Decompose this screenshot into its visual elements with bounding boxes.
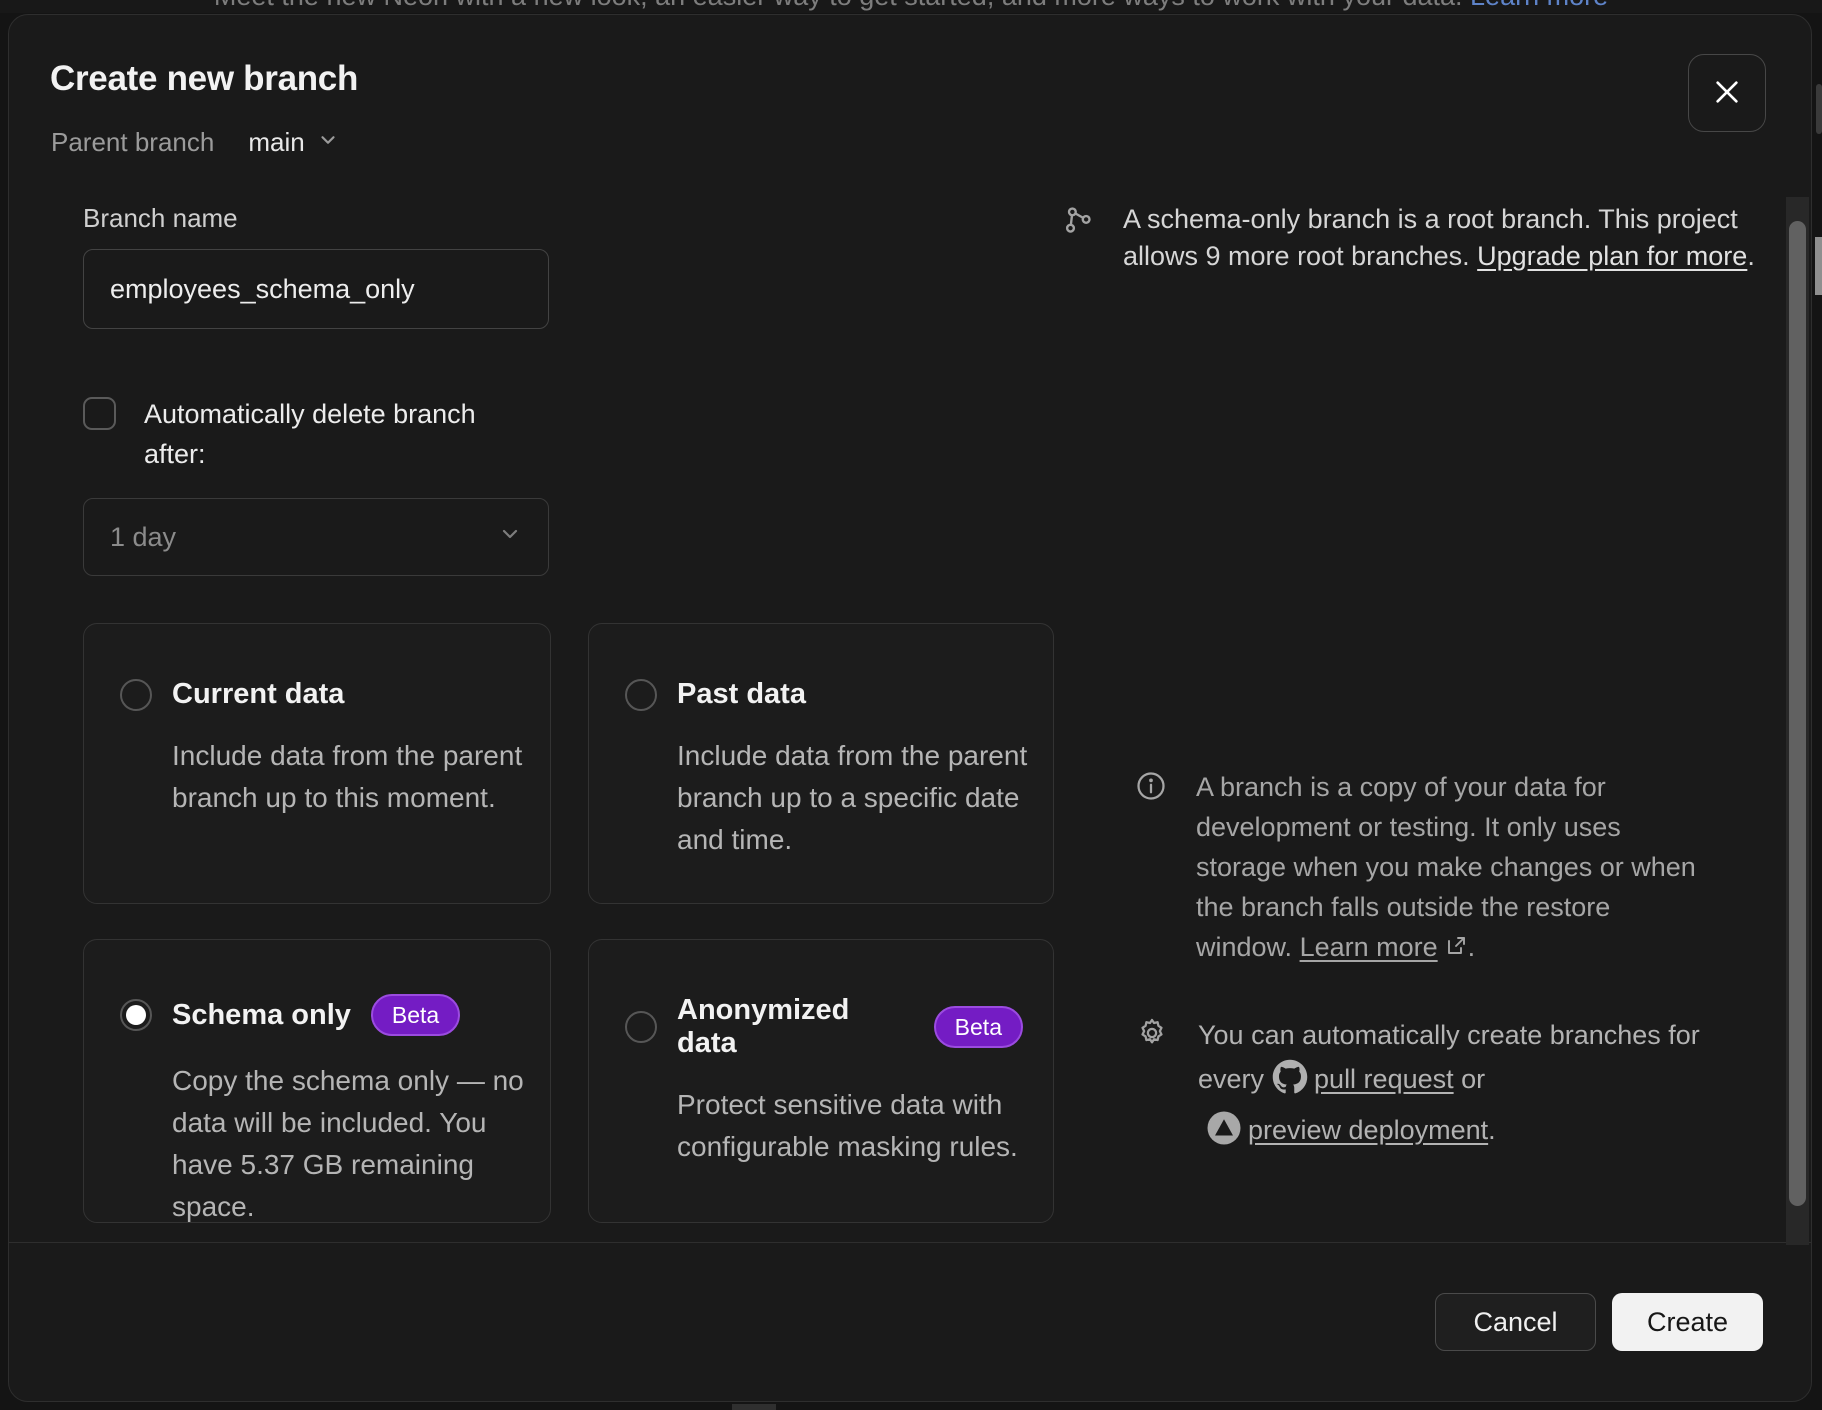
branch-data-options: Current data Include data from the paren… [83,623,1054,1223]
create-button[interactable]: Create [1612,1293,1763,1351]
chevron-down-icon [498,522,522,553]
option-description: Include data from the parent branch up t… [172,735,544,819]
create-branch-dialog: Create new branch Parent branch main Bra… [8,14,1812,1402]
dialog-footer: Cancel Create [9,1242,1811,1401]
parent-branch-value: main [248,127,304,158]
github-icon [1272,1059,1308,1108]
parent-branch-label: Parent branch [51,127,214,158]
option-description: Include data from the parent branch up t… [677,735,1049,861]
option-card-past-data[interactable]: Past data Include data from the parent b… [588,623,1054,904]
parent-branch-row: Parent branch main [51,127,339,158]
learn-more-link[interactable]: Learn more [1300,932,1438,962]
delete-duration-select[interactable]: 1 day [83,498,549,576]
upgrade-plan-link[interactable]: Upgrade plan for more [1477,241,1747,271]
cancel-button[interactable]: Cancel [1435,1293,1596,1351]
branch-name-input[interactable] [83,249,549,329]
background-page-fragment [1816,84,1822,134]
option-title: Past data [677,678,806,711]
delete-duration-value: 1 day [110,522,176,553]
auto-create-note: You can automatically create branches fo… [1136,1013,1743,1159]
scrollbar-track[interactable] [1786,197,1809,1245]
option-description: Protect sensitive data with configurable… [677,1084,1049,1168]
root-branch-note: A schema-only branch is a root branch. T… [1063,201,1763,275]
option-title: Anonymized data [677,994,914,1060]
option-card-schema-only[interactable]: Schema only Beta Copy the schema only — … [83,939,551,1223]
beta-badge: Beta [934,1006,1023,1048]
option-title: Current data [172,678,344,711]
auto-delete-label[interactable]: Automatically delete branch after: [144,394,484,474]
dialog-title: Create new branch [50,59,358,99]
chevron-down-icon [317,127,339,158]
option-card-anonymized-data[interactable]: Anonymized data Beta Protect sensitive d… [588,939,1054,1223]
vercel-icon [1206,1110,1242,1159]
background-page-fragment [1815,237,1822,295]
info-note-suffix: . [1468,932,1476,962]
auto-delete-row: Automatically delete branch after: [83,394,503,474]
radio-current-data[interactable] [120,679,152,711]
radio-past-data[interactable] [625,679,657,711]
info-icon [1136,771,1166,969]
background-page-fragment [732,1404,776,1410]
option-card-current-data[interactable]: Current data Include data from the paren… [83,623,551,904]
parent-branch-select[interactable]: main [248,127,338,158]
close-button[interactable] [1688,54,1766,132]
banner-text: Meet the new Neon with a new look, an ea… [214,0,1470,11]
branch-name-label: Branch name [83,203,238,234]
radio-anonymized-data[interactable] [625,1011,657,1043]
option-description: Copy the schema only — no data will be i… [172,1060,544,1228]
gear-icon [1136,1017,1168,1159]
branch-icon [1063,205,1093,275]
branch-info-note: A branch is a copy of your data for deve… [1136,767,1696,969]
banner-learn-more-link[interactable]: Learn more [1470,0,1608,11]
preview-deployment-link[interactable]: preview deployment [1248,1115,1488,1145]
auto-note-suffix: . [1488,1115,1496,1145]
radio-schema-only[interactable] [120,999,152,1031]
option-title: Schema only [172,999,351,1032]
root-note-suffix: . [1747,241,1755,271]
auto-note-middle: or [1454,1064,1486,1094]
scrollbar-thumb[interactable] [1789,221,1806,1206]
external-link-icon [1444,929,1468,969]
close-icon [1711,76,1743,111]
beta-badge: Beta [371,994,460,1036]
pull-request-link[interactable]: pull request [1314,1064,1454,1094]
background-banner: Meet the new Neon with a new look, an ea… [0,0,1822,13]
auto-delete-checkbox[interactable] [83,397,116,430]
